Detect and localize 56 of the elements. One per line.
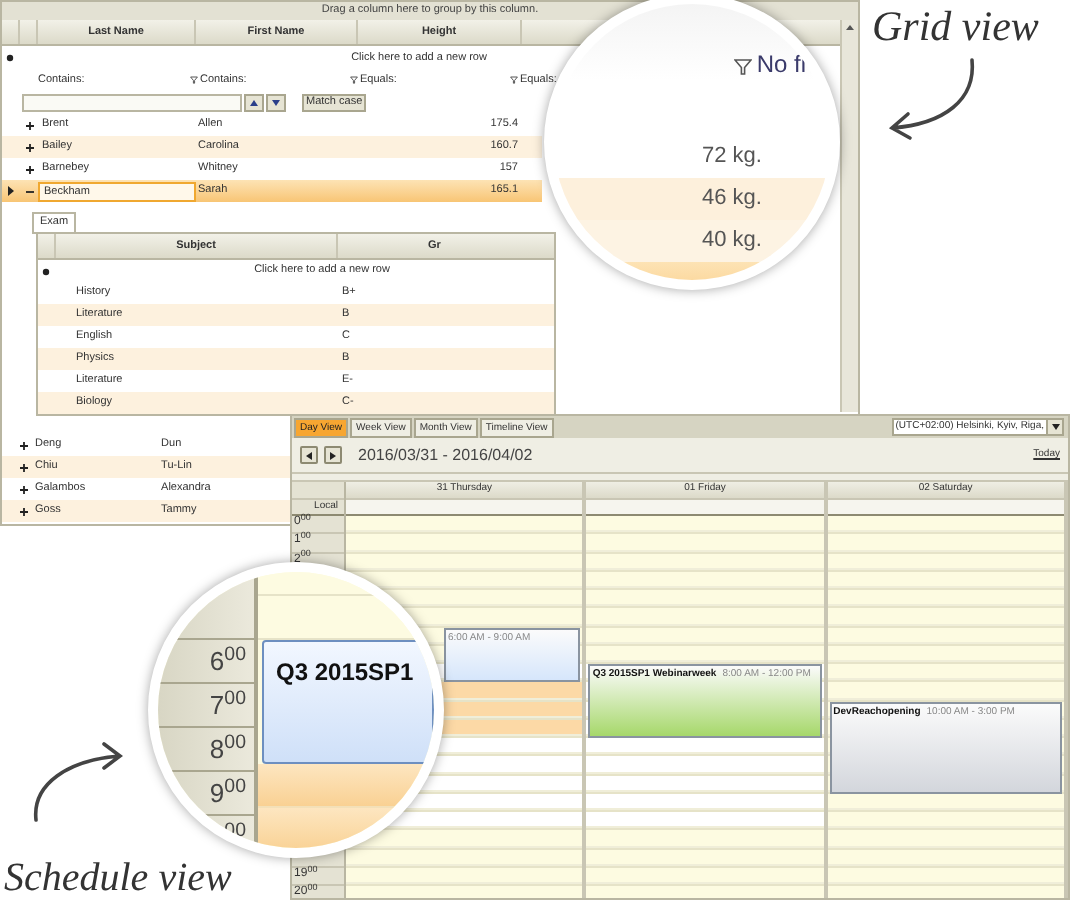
time-slot[interactable] [586,830,824,849]
hour-label: 8$^{00}$ [209,736,246,762]
filter-icon[interactable] [190,76,198,84]
caption: Schedule view [4,854,232,900]
next-match-button[interactable] [266,93,286,111]
time-slot[interactable] [586,534,824,553]
time-slot[interactable] [827,590,1064,609]
hour-label: 9$^{00}$ [209,780,246,806]
time-slot[interactable] [586,738,824,757]
time-slot[interactable] [827,682,1064,701]
collapse-icon[interactable] [25,187,33,195]
time-slot[interactable] [586,756,824,775]
all-day-slot[interactable] [586,500,824,516]
current-row-icon [8,186,14,196]
caret-icon [1051,424,1059,430]
time-slot[interactable] [827,830,1064,849]
all-day-slot[interactable] [827,500,1064,516]
table-cell-text: 46 kg. [702,184,762,215]
table-cell-text: 72 kg. [702,142,762,173]
expand-icon[interactable] [25,143,33,151]
previous-button[interactable] [300,446,318,464]
hour-label: 7$^{00}$ [209,692,246,718]
next-button[interactable] [324,446,342,464]
time-slot[interactable] [827,608,1064,627]
table-cell-text: 40 kg. [702,226,762,257]
down-arrow-icon [272,99,280,105]
scrollbar[interactable] [840,20,858,412]
time-slot[interactable] [827,812,1064,831]
time-slot[interactable] [586,812,824,831]
hour-label: 6$^{00}$ [209,648,246,674]
previous-match-button[interactable] [244,93,264,111]
expand-icon[interactable] [19,441,28,449]
left-arrow-icon [306,451,312,459]
calendar-event[interactable]: Q3 2015SP1 [262,640,434,764]
right-arrow-icon [330,451,336,459]
time-slot[interactable] [586,608,824,627]
expand-icon[interactable] [19,507,28,515]
time-slot[interactable] [827,664,1064,683]
date-range: 2016/03/31 - 2016/04/02 [358,443,533,467]
new-row-icon [42,267,50,275]
expand-icon[interactable] [25,165,33,173]
event-title: Q3 2015SP1 [276,658,414,686]
filter-icon[interactable] [350,76,358,84]
time-slot[interactable] [586,590,824,609]
time-slot[interactable] [827,534,1064,553]
filter-icon[interactable] [510,76,518,84]
caption: Grid view [872,0,1039,54]
all-day-slot[interactable] [346,500,583,516]
filter-field[interactable] [22,93,242,111]
filter-icon[interactable] [734,58,753,76]
new-row-icon [6,54,14,62]
up-arrow-icon [250,99,258,105]
time-slot[interactable] [346,534,583,553]
expand-icon[interactable] [19,485,28,493]
expand-icon[interactable] [25,121,33,129]
expand-icon[interactable] [19,463,28,471]
